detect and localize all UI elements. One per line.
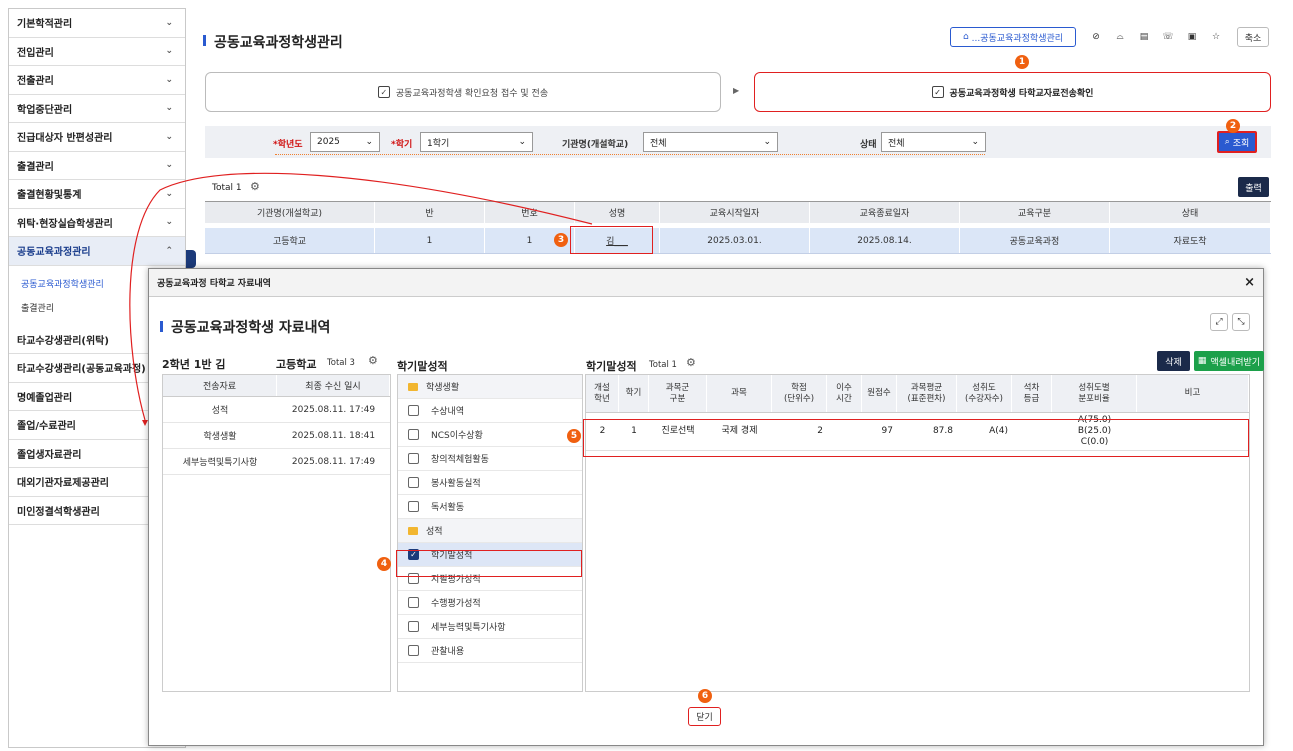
- grid-title: 학기말성적: [586, 360, 637, 373]
- tree-item[interactable]: 창의적체험활동: [398, 447, 582, 471]
- table-icon: ▦: [1197, 356, 1207, 366]
- mid-title: 학기말성적: [397, 360, 448, 373]
- delete-button[interactable]: 삭제: [1157, 351, 1190, 371]
- column-header[interactable]: 성취도 (수강자수): [957, 375, 1012, 412]
- excel-download-button[interactable]: ▦ 액셀내려받기: [1194, 351, 1264, 371]
- modal-title: 공동교육과정학생 자료내역: [171, 320, 331, 336]
- school-title: 고등학교: [276, 358, 317, 371]
- close-button[interactable]: 닫기: [688, 707, 721, 726]
- checked-item-highlight: [396, 550, 582, 577]
- checkbox[interactable]: [408, 453, 419, 464]
- tree-group[interactable]: 성적: [398, 519, 582, 543]
- tree-item[interactable]: 수상내역: [398, 399, 582, 423]
- checkbox[interactable]: [408, 597, 419, 608]
- tree-item[interactable]: 독서활동: [398, 495, 582, 519]
- column-header[interactable]: 석차 등급: [1012, 375, 1052, 412]
- modal-header: 공동교육과정 타학교 자료내역 ×: [149, 269, 1263, 297]
- callout-badge-5: 5: [567, 429, 581, 443]
- grid-total: Total 1: [649, 360, 677, 370]
- column-header[interactable]: 과목: [707, 375, 772, 412]
- column-header[interactable]: 과목군 구분: [649, 375, 707, 412]
- tree-item[interactable]: 세부능력및특기사항: [398, 615, 582, 639]
- expand-icon[interactable]: ⤢: [1210, 313, 1228, 331]
- folder-icon: [408, 382, 418, 391]
- category-tree-panel: 학생생활 수상내역 NCS이수상황 창의적체험활동 봉사활동실적 독서활동 성적 ✓ 학기말성적…: [397, 374, 583, 692]
- column-header[interactable]: 이수 시간: [827, 375, 862, 412]
- folder-icon: [408, 526, 418, 535]
- callout-badge-6: 6: [698, 689, 712, 703]
- collapse-icon[interactable]: ⤡: [1232, 313, 1250, 331]
- tree-item[interactable]: 관찰내용: [398, 639, 582, 663]
- list-item[interactable]: 학생생활 2025.08.11. 18:41: [163, 423, 390, 449]
- tree-item[interactable]: NCS이수상황: [398, 423, 582, 447]
- grade-row-highlight: [583, 419, 1249, 457]
- checkbox[interactable]: [408, 645, 419, 656]
- checkbox[interactable]: [408, 429, 419, 440]
- list-item[interactable]: 성적 2025.08.11. 17:49: [163, 397, 390, 423]
- received-data-panel: 전송자료 최종 수신 일시 성적 2025.08.11. 17:49 학생생활 202…: [162, 374, 391, 692]
- column-header[interactable]: 원점수: [862, 375, 897, 412]
- checkbox[interactable]: [408, 477, 419, 488]
- checkbox[interactable]: [408, 621, 419, 632]
- column-header[interactable]: 학기: [619, 375, 649, 412]
- tree-item[interactable]: 봉사활동실적: [398, 471, 582, 495]
- close-icon[interactable]: ×: [1244, 275, 1255, 290]
- tree-item[interactable]: 수행평가성적: [398, 591, 582, 615]
- title-marker: [160, 321, 163, 332]
- detail-modal: 공동교육과정 타학교 자료내역 × 공동교육과정학생 자료내역 ⤢ ⤡ 2학년 …: [148, 268, 1264, 746]
- checkbox[interactable]: [408, 501, 419, 512]
- gear-icon[interactable]: ⚙: [686, 356, 696, 369]
- column-header[interactable]: 개설 학년: [586, 375, 619, 412]
- column-header[interactable]: 과목평균 (표준편차): [897, 375, 957, 412]
- column-header[interactable]: 성취도별 분포비율: [1052, 375, 1137, 412]
- gear-icon[interactable]: ⚙: [368, 354, 378, 367]
- grades-grid-header: 개설 학년 학기 과목군 구분 과목 학점 (단위수) 이수 시간 원점수 과목평균 (표준편…: [586, 375, 1249, 413]
- column-header[interactable]: 비고: [1137, 375, 1249, 412]
- student-title: 2학년 1반 김: [162, 358, 226, 371]
- checkbox[interactable]: [408, 405, 419, 416]
- tree-group[interactable]: 학생생활: [398, 375, 582, 399]
- list-item[interactable]: 세부능력및특기사항 2025.08.11. 17:49: [163, 449, 390, 475]
- received-data-header: 전송자료 최종 수신 일시: [163, 375, 390, 397]
- column-header[interactable]: 학점 (단위수): [772, 375, 827, 412]
- left-total: Total 3: [327, 358, 355, 368]
- callout-badge-4: 4: [377, 557, 391, 571]
